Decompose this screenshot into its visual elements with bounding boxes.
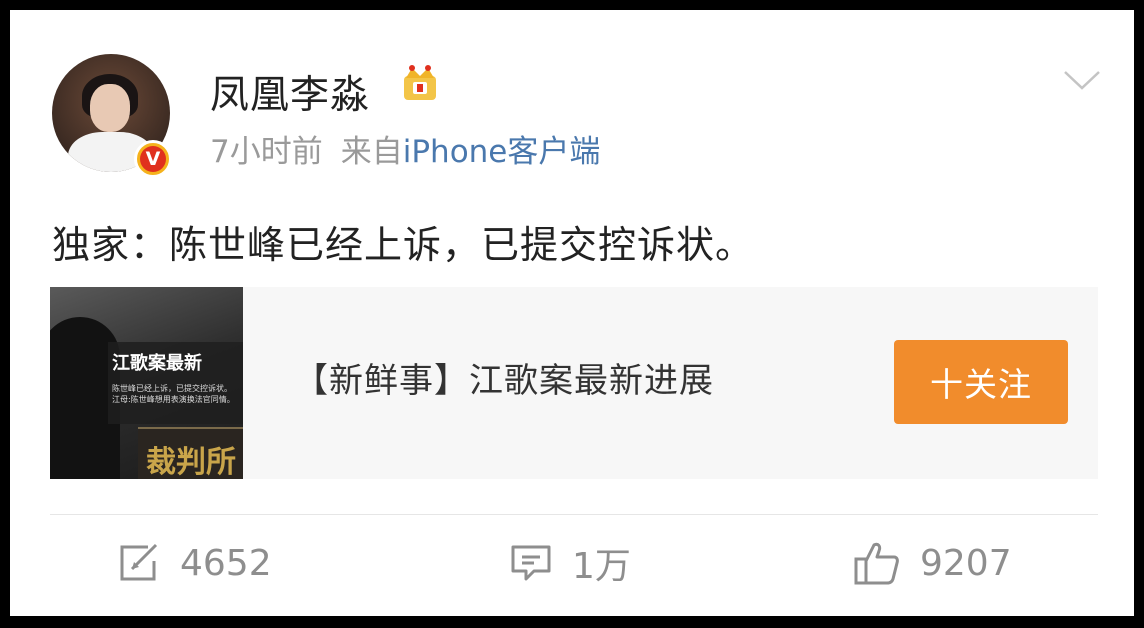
share-card[interactable]: 江歌案最新 陈世峰已经上诉，已提交控诉状。 江母:陈世峰想用表演换法官同情。 裁… (50, 287, 1098, 479)
share-thumbnail[interactable]: 江歌案最新 陈世峰已经上诉，已提交控诉状。 江母:陈世峰想用表演换法官同情。 裁… (50, 287, 243, 479)
thumbnail-subtitle: 陈世峰已经上诉，已提交控诉状。 江母:陈世峰想用表演换法官同情。 (112, 383, 235, 405)
post-meta: 7小时前 来自iPhone客户端 (210, 126, 600, 171)
verified-badge-letter: V (140, 146, 166, 172)
comment-icon (511, 545, 551, 581)
comment-action[interactable]: 1万 (510, 538, 631, 588)
divider (50, 514, 1098, 515)
verified-badge-icon: V (134, 140, 172, 178)
like-count: 9207 (920, 542, 1012, 584)
post-source-link[interactable]: iPhone客户端 (403, 134, 601, 170)
follow-button[interactable]: 十关注 (894, 340, 1068, 424)
repost-icon (120, 543, 158, 581)
source-prefix: 来自 (340, 134, 403, 170)
weibo-post-card: V 凤凰李淼 7小时前 来自iPhone客户端 独家：陈世峰已经上诉，已提交控诉状… (10, 10, 1134, 616)
comment-count: 1万 (572, 546, 631, 587)
repost-action[interactable]: 4652 (118, 538, 272, 588)
repost-count: 4652 (180, 542, 272, 584)
crown-icon[interactable] (398, 62, 442, 106)
chevron-down-icon[interactable] (1062, 66, 1102, 96)
share-card-title[interactable]: 【新鲜事】江歌案最新进展 (294, 353, 714, 402)
thumbs-up-icon (854, 542, 899, 585)
thumbnail-line-2: 江母:陈世峰想用表演换法官同情。 (112, 395, 235, 404)
avatar-face (90, 84, 130, 132)
post-text: 独家：陈世峰已经上诉，已提交控诉状。 (52, 223, 755, 267)
like-action[interactable]: 9207 (854, 538, 1012, 588)
thumbnail-line-1: 陈世峰已经上诉，已提交控诉状。 (112, 384, 232, 393)
post-time: 7小时前 (210, 134, 323, 170)
username[interactable]: 凤凰李淼 (210, 64, 370, 120)
thumbnail-title: 江歌案最新 (112, 353, 202, 374)
thumbnail-sign: 裁判所 (138, 427, 243, 479)
thumbnail-sign-text: 裁判所 (146, 445, 236, 479)
